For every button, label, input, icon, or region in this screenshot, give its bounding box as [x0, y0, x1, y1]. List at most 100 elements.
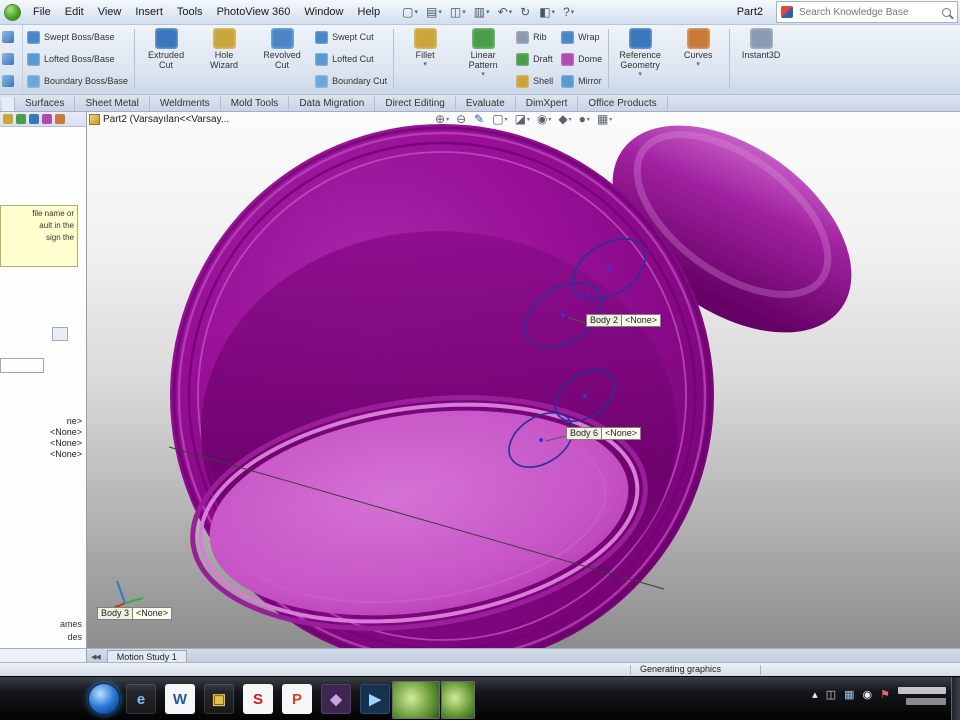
panel-mini-button[interactable]: [52, 327, 68, 341]
solidworks-icon[interactable]: S: [243, 684, 273, 714]
feature-tree-item[interactable]: <None>: [0, 449, 85, 460]
zoom-to-fit-icon[interactable]: ⊕ ▾: [435, 113, 449, 125]
display-style-icon[interactable]: ◪ ▾: [515, 113, 530, 125]
commandmanager-tab[interactable]: Office Products: [578, 96, 668, 111]
swept-boss-base-button[interactable]: Swept Boss/Base: [27, 28, 128, 46]
view-orientation-icon[interactable]: ▢ ▾: [492, 113, 507, 125]
search-icon[interactable]: [942, 7, 951, 17]
draft-button[interactable]: Draft: [516, 50, 553, 68]
solidworks-logo-icon[interactable]: [4, 3, 21, 21]
configurationmanager-tab-icon[interactable]: [29, 113, 39, 124]
menu-item[interactable]: Insert: [128, 3, 170, 21]
zoom-to-area-icon[interactable]: ⊖: [456, 113, 467, 125]
reference-geometry-button[interactable]: Reference Geometry ▾: [611, 24, 669, 94]
rebuild-icon[interactable]: ↻: [516, 5, 535, 19]
dome-button[interactable]: Dome: [561, 50, 602, 68]
revolved-cut-button[interactable]: Revolved Cut: [253, 24, 311, 94]
tray-app-icon[interactable]: ◫: [826, 690, 836, 701]
tray-expand-icon[interactable]: ▴: [812, 690, 818, 701]
extruded-cut-button[interactable]: Extruded Cut: [137, 24, 195, 94]
new-document-icon[interactable]: ▢ ▾: [398, 5, 422, 19]
chevron-down-icon: ▾: [438, 9, 442, 16]
boundary-boss-base-button[interactable]: Boundary Boss/Base: [27, 72, 128, 90]
featuremanager-tree-tab-icon[interactable]: [3, 113, 13, 124]
dimxpertmanager-tab-icon[interactable]: [42, 113, 52, 124]
folder-icon[interactable]: ▣: [204, 684, 234, 714]
tray-network-icon[interactable]: ▦: [844, 690, 854, 701]
commandmanager-tab[interactable]: Mold Tools: [221, 96, 290, 111]
commandmanager-tab[interactable]: Direct Editing: [375, 96, 456, 111]
search-input[interactable]: [797, 5, 938, 19]
feature-tree-item[interactable]: <None>: [0, 438, 85, 449]
menu-item[interactable]: Tools: [170, 3, 210, 21]
hide-show-items-icon[interactable]: ◉ ▾: [537, 113, 552, 125]
photo-thumbnail[interactable]: [441, 681, 475, 719]
sketch-pencil-icon[interactable]: ✎: [474, 113, 485, 125]
apply-scene-icon[interactable]: ● ▾: [579, 113, 590, 125]
feature-tree-item[interactable]: <None>: [0, 427, 85, 438]
powerpoint-icon[interactable]: P: [282, 684, 312, 714]
undo-icon[interactable]: ↶ ▾: [494, 5, 517, 19]
propertymanager-tab-icon[interactable]: [16, 113, 26, 124]
menu-item[interactable]: View: [91, 3, 129, 21]
body-callout[interactable]: Body 3 <None>: [97, 607, 173, 620]
help-icon[interactable]: ? ▾: [559, 5, 578, 19]
menu-item[interactable]: File: [26, 3, 58, 21]
commandmanager-tab[interactable]: Evaluate: [456, 96, 516, 111]
status-bar: Generating graphics: [0, 662, 960, 677]
photo-thumbnail[interactable]: [392, 681, 440, 719]
body-callout[interactable]: Body 2 <None>: [586, 314, 662, 327]
lofted-cut-button[interactable]: Lofted Cut: [315, 50, 387, 68]
curves-button[interactable]: Curves ▾: [669, 24, 727, 94]
feature-icon: [561, 74, 575, 88]
document-tree-label[interactable]: Part2 (Varsayılan<<Varsay...: [89, 114, 229, 125]
swept-cut-button[interactable]: Swept Cut: [315, 28, 387, 46]
commandmanager-tab[interactable]: DimXpert: [516, 96, 579, 111]
linear-pattern-button[interactable]: Linear Pattern ▾: [454, 24, 512, 94]
view-settings-icon[interactable]: ▦ ▾: [597, 113, 612, 125]
fillet-button[interactable]: Fillet ▾: [396, 24, 454, 94]
commandmanager-tab[interactable]: Data Migration: [289, 96, 376, 111]
graphics-viewport[interactable]: Part2 (Varsayılan<<Varsay... ⊕ ▾ ⊖ ✎ ▢ ▾…: [87, 111, 960, 648]
commandmanager-tab[interactable]: Surfaces: [15, 96, 76, 111]
tray-flag-icon[interactable]: ⚑: [880, 690, 890, 701]
lofted-boss-base-button[interactable]: Lofted Boss/Base: [27, 50, 128, 68]
tray-volume-icon[interactable]: ◉: [863, 690, 873, 701]
internet-explorer-icon[interactable]: e: [126, 684, 156, 714]
note-line: sign the: [45, 233, 74, 242]
media-player-icon[interactable]: ▶: [360, 684, 390, 714]
clock[interactable]: [898, 687, 946, 709]
instant3d-button[interactable]: Instant3D: [732, 24, 790, 94]
open-icon[interactable]: ▤ ▾: [422, 5, 446, 19]
boundary-cut-button[interactable]: Boundary Cut: [315, 72, 387, 90]
feature-tree-item[interactable]: ne>: [0, 416, 85, 427]
edit-appearance-icon[interactable]: ◆ ▾: [558, 113, 571, 125]
start-button[interactable]: [88, 683, 120, 715]
options-icon[interactable]: ◧ ▾: [535, 5, 559, 19]
panel-bottom-label[interactable]: ames: [0, 618, 82, 631]
tab-partial-features[interactable]: [2, 97, 15, 111]
print-icon[interactable]: ▥ ▾: [470, 5, 494, 19]
commandmanager-tab[interactable]: Sheet Metal: [75, 96, 150, 111]
commandmanager-tab[interactable]: Weldments: [150, 96, 221, 111]
panel-bottom-label[interactable]: des: [0, 631, 82, 644]
mirror-button[interactable]: Mirror: [561, 72, 602, 90]
shell-button[interactable]: Shell: [516, 72, 553, 90]
show-desktop-button[interactable]: [951, 677, 960, 720]
menu-item[interactable]: Help: [351, 3, 388, 21]
menu-item[interactable]: Window: [297, 3, 350, 21]
menu-item[interactable]: PhotoView 360: [210, 3, 298, 21]
save-icon[interactable]: ◫ ▾: [446, 5, 470, 19]
word-icon[interactable]: W: [165, 684, 195, 714]
feature-icon: [686, 28, 710, 49]
app-purple-icon[interactable]: ◆: [321, 684, 351, 714]
hole-wizard-button[interactable]: Hole Wizard: [195, 24, 253, 94]
panel-input-field[interactable]: [0, 358, 44, 373]
displaymanager-tab-icon[interactable]: [55, 113, 65, 124]
body-callout[interactable]: Body 6 <None>: [566, 427, 642, 440]
wrap-button[interactable]: Wrap: [561, 28, 602, 46]
menu-item[interactable]: Edit: [58, 3, 91, 21]
rib-button[interactable]: Rib: [516, 28, 553, 46]
boss-group: Swept Boss/Base Lofted Boss/Base Boundar…: [23, 24, 132, 94]
clipped-boss-buttons[interactable]: [0, 24, 23, 94]
